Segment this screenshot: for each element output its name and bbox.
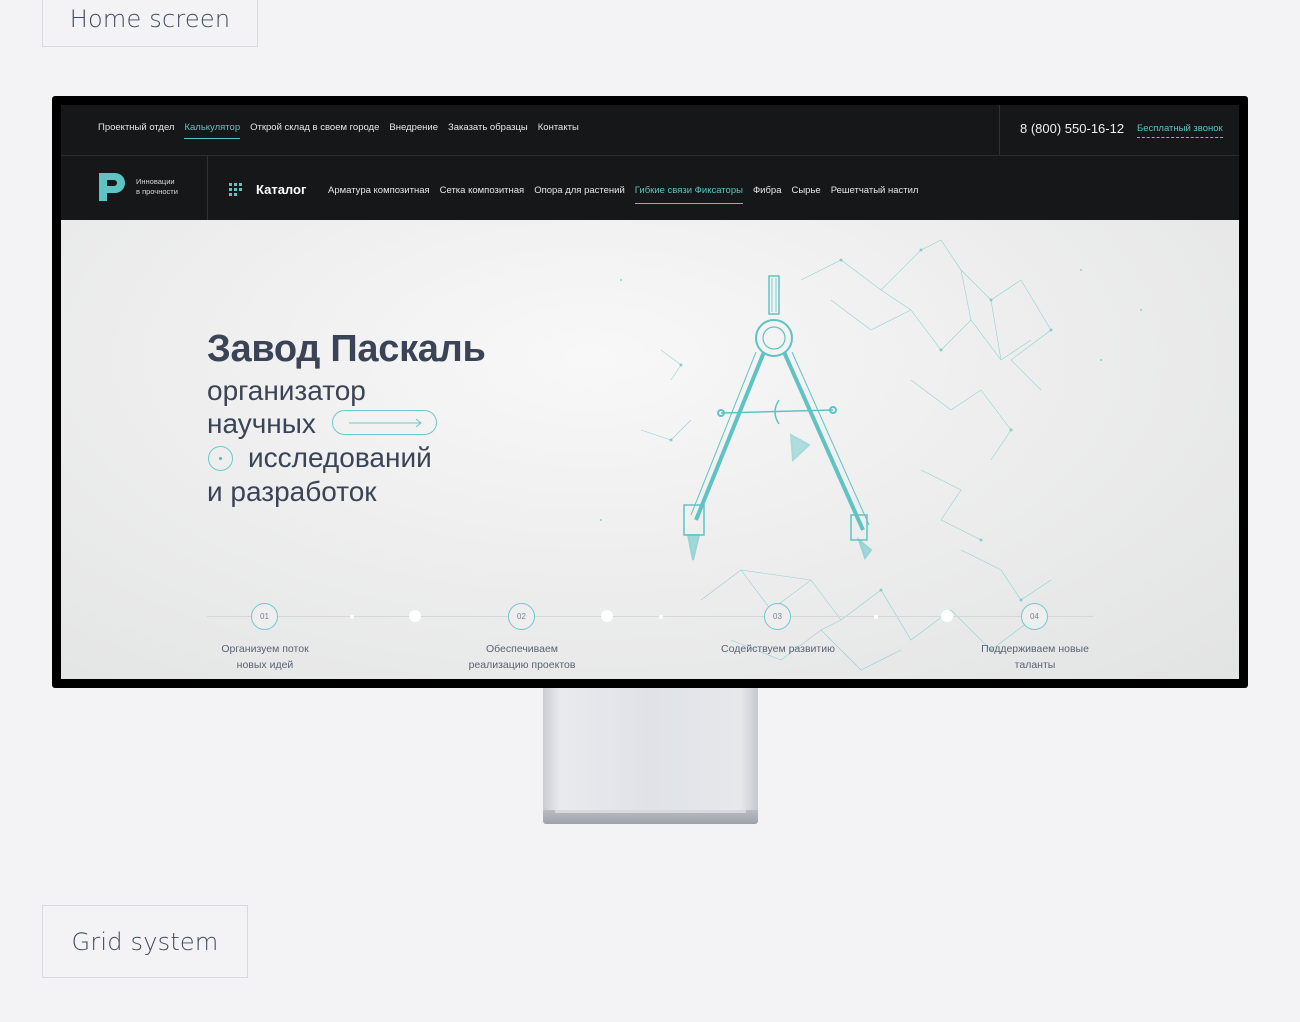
step-caption-line: Организуем поток <box>221 643 309 655</box>
cat-grating[interactable]: Решетчатый настил <box>831 185 919 196</box>
dot-circle-icon <box>208 446 233 471</box>
logo-icon[interactable] <box>97 171 127 203</box>
cat-flexible-ties[interactable]: Гибкие связи Фиксаторы <box>634 185 744 204</box>
step-number: 03 <box>764 603 791 630</box>
arrow-pill <box>332 410 437 435</box>
top-nav-order-samples[interactable]: Заказать образцы <box>448 122 528 137</box>
cat-composite-rebar[interactable]: Арматура композитная <box>328 185 430 196</box>
step-caption-line: Поддерживаем новые <box>981 643 1089 655</box>
monitor-screen: Проектный отдел Калькулятор Открой склад… <box>61 105 1239 679</box>
timeline-dot <box>409 610 421 622</box>
category-nav: Арматура композитная Сетка композитная О… <box>328 185 919 204</box>
home-screen-label: Home screen <box>42 0 258 47</box>
step-caption-line: реализацию проектов <box>468 659 576 671</box>
hero-line-4: и разработок <box>207 476 377 507</box>
monitor-stand <box>543 686 758 810</box>
step-caption: Организуем поток новых идей <box>185 641 345 673</box>
timeline-dot <box>874 615 878 619</box>
top-nav: Проектный отдел Калькулятор Открой склад… <box>98 122 579 139</box>
step-caption: Содействуем развитию <box>698 641 858 657</box>
grid-system-label: Grid system <box>42 905 248 978</box>
hero-line-1: организатор <box>207 375 366 406</box>
step-caption: Обеспечиваем реализацию проектов <box>442 641 602 673</box>
timeline-line <box>207 616 1093 617</box>
top-nav-project-dept[interactable]: Проектный отдел <box>98 122 174 137</box>
logo-tagline-line1: Инновации <box>136 177 175 186</box>
step-caption-line: таланты <box>1014 659 1056 671</box>
hero-section: Завод Паскаль организатор научных исслед… <box>61 220 1239 679</box>
top-nav-calculator[interactable]: Калькулятор <box>184 122 240 139</box>
step-caption-line: новых идей <box>236 659 294 671</box>
main-nav-bar: Инновации в прочности Каталог Арматура к… <box>61 156 1239 220</box>
hero-line-2: научных <box>207 408 316 439</box>
phone-number[interactable]: 8 (800) 550-16-12 <box>1020 121 1124 136</box>
step-caption-line: Обеспечиваем <box>485 643 559 655</box>
logo-tagline-line2: в прочности <box>136 187 178 196</box>
timeline-dot <box>350 615 354 619</box>
cat-fiber[interactable]: Фибра <box>753 185 782 196</box>
grid-menu-icon[interactable] <box>229 183 243 197</box>
hero-title: Завод Паскаль <box>207 328 486 370</box>
logo-tagline: Инновации в прочности <box>136 177 196 197</box>
top-divider <box>999 105 1000 155</box>
step-number: 04 <box>1021 603 1048 630</box>
top-bar: Проектный отдел Калькулятор Открой склад… <box>61 105 1239 156</box>
step-caption: Поддерживаем новые таланты <box>955 641 1115 673</box>
timeline-dot <box>941 610 953 622</box>
top-nav-implementation[interactable]: Внедрение <box>389 122 438 137</box>
monitor-stand-foot <box>543 810 758 824</box>
timeline-dot <box>659 615 663 619</box>
timeline-dot <box>601 610 613 622</box>
compass-illustration <box>600 239 1142 671</box>
step-number: 02 <box>508 603 535 630</box>
cat-plant-support[interactable]: Опора для растений <box>534 185 625 196</box>
free-call-link[interactable]: Бесплатный звонок <box>1137 123 1223 138</box>
cat-composite-mesh[interactable]: Сетка композитная <box>440 185 525 196</box>
top-nav-open-warehouse[interactable]: Открой склад в своем городе <box>250 122 379 137</box>
arrow-right-icon <box>349 418 422 428</box>
top-nav-contacts[interactable]: Контакты <box>538 122 579 137</box>
hero-line-3: исследований <box>248 442 432 473</box>
cat-raw-materials[interactable]: Сырье <box>791 185 820 196</box>
catalog-button[interactable]: Каталог <box>256 182 306 197</box>
step-number: 01 <box>251 603 278 630</box>
nav-divider <box>207 156 208 220</box>
step-caption-line: Содействуем развитию <box>721 643 835 655</box>
